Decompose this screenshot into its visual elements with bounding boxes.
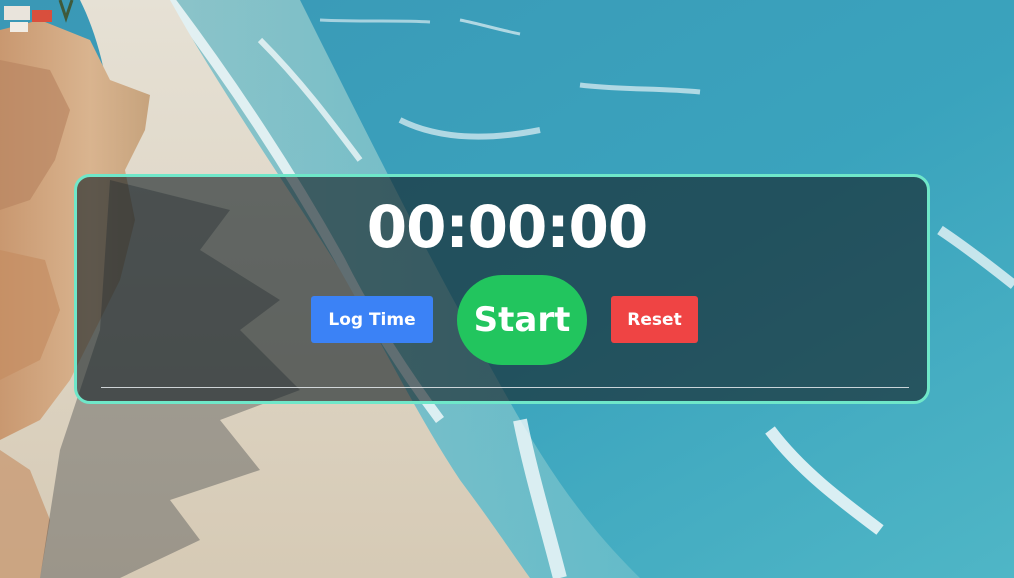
reset-button[interactable]: Reset [611, 296, 698, 343]
start-button[interactable]: Start [457, 275, 587, 365]
stopwatch-panel: 00:00:00 Log Time Start Reset [74, 174, 930, 404]
log-divider [101, 387, 909, 388]
log-time-button[interactable]: Log Time [311, 296, 433, 343]
stopwatch-controls: Log Time Start Reset [77, 273, 927, 369]
timer-display: 00:00:00 [366, 193, 649, 261]
